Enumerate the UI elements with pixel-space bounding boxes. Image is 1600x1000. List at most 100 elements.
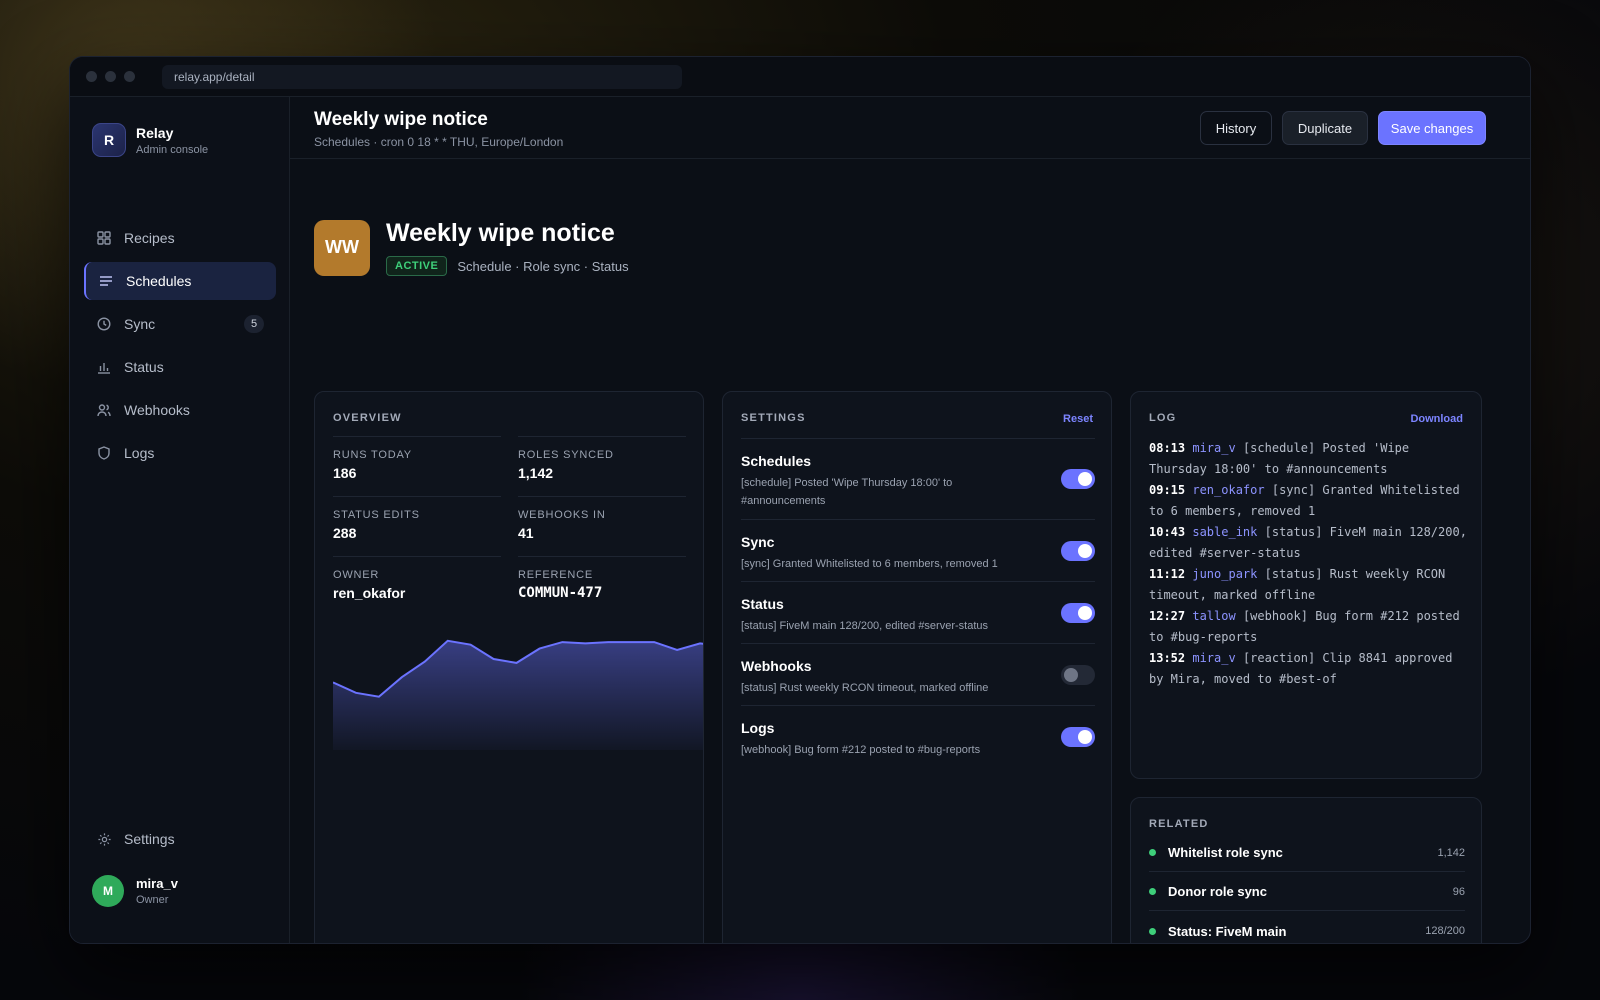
setting-name: Sync <box>741 534 775 550</box>
overview-card: OVERVIEW RUNS TODAY 186 ROLES SYNCED 1,1… <box>314 391 704 943</box>
stat-label: STATUS EDITS <box>333 509 420 521</box>
users-icon <box>96 402 112 418</box>
stat-roles-synced: ROLES SYNCED 1,142 <box>518 436 686 481</box>
status-badge: ACTIVE <box>386 256 448 276</box>
log-user[interactable]: mira_v <box>1192 651 1235 665</box>
stat-value: 41 <box>518 525 534 541</box>
stat-label: REFERENCE <box>518 569 594 581</box>
toggle-status[interactable] <box>1061 603 1095 623</box>
app-window: relay.app/detail R Relay Admin console R… <box>69 56 1531 944</box>
stat-value: ren_okafor <box>333 585 406 601</box>
bar-chart-icon <box>96 359 112 375</box>
related-name: Whitelist role sync <box>1168 845 1283 860</box>
sidebar-item-label: Recipes <box>124 230 175 246</box>
window-minimize-dot[interactable] <box>105 71 116 82</box>
reset-button[interactable]: Reset <box>1063 413 1093 425</box>
log-text: [schedule] Posted 'Wipe Thursday 18:00' … <box>1149 441 1410 476</box>
log-user[interactable]: juno_park <box>1192 567 1257 581</box>
log-entry: 13:52 mira_v [reaction] Clip 8841 approv… <box>1149 648 1469 690</box>
brand: R Relay Admin console <box>92 123 208 157</box>
stat-runs-today: RUNS TODAY 186 <box>333 436 501 481</box>
setting-desc: [schedule] Posted 'Wipe Thursday 18:00' … <box>741 477 953 507</box>
sidebar-item-settings[interactable]: Settings <box>96 831 175 847</box>
brand-logo: R <box>92 123 126 157</box>
status-dot-icon <box>1149 888 1156 895</box>
toggle-logs[interactable] <box>1061 727 1095 747</box>
sidebar-item-webhooks[interactable]: Webhooks <box>84 391 276 429</box>
stat-value: 288 <box>333 525 357 541</box>
sidebar-item-label: Logs <box>124 445 155 461</box>
stat-status-edits: STATUS EDITS 288 <box>333 496 501 541</box>
log-card: LOG Download 08:13 mira_v [schedule] Pos… <box>1130 391 1482 779</box>
toggle-sync[interactable] <box>1061 541 1095 561</box>
setting-desc: [status] Rust weekly RCON timeout, marke… <box>741 682 989 694</box>
shield-icon <box>96 445 112 461</box>
toggle-webhooks[interactable] <box>1061 665 1095 685</box>
avatar: M <box>92 875 124 907</box>
stat-reference: REFERENCE COMMUN-477 <box>518 556 686 601</box>
sidebar-item-label: Schedules <box>126 273 192 289</box>
stat-value: 1,142 <box>518 465 554 481</box>
setting-desc: [webhook] Bug form #212 posted to #bug-r… <box>741 744 981 756</box>
setting-name: Webhooks <box>741 658 812 674</box>
toggle-schedules[interactable] <box>1061 469 1095 489</box>
stat-webhooks-in: WEBHOOKS IN 41 <box>518 496 686 541</box>
clock-icon <box>96 316 112 332</box>
address-bar[interactable]: relay.app/detail <box>162 65 682 89</box>
setting-row-logs: Logs [webhook] Bug form #212 posted to #… <box>741 705 1095 767</box>
sidebar-item-recipes[interactable]: Recipes <box>84 219 276 257</box>
sidebar-item-sync[interactable]: Sync 5 <box>84 305 276 343</box>
log-title: LOG <box>1149 412 1177 424</box>
related-count: 128/200 <box>1425 925 1465 937</box>
duplicate-button[interactable]: Duplicate <box>1282 111 1368 145</box>
brand-subtitle: Admin console <box>136 143 209 156</box>
history-button[interactable]: History <box>1200 111 1272 145</box>
sidebar-item-logs[interactable]: Logs <box>84 434 276 472</box>
stat-label: ROLES SYNCED <box>518 449 614 461</box>
setting-desc: [sync] Granted Whitelisted to 6 members,… <box>741 558 998 570</box>
log-user[interactable]: tallow <box>1192 609 1235 623</box>
chart-area-fill <box>333 640 703 750</box>
status-dot-icon <box>1149 849 1156 856</box>
setting-row-schedules: Schedules [schedule] Posted 'Wipe Thursd… <box>741 438 1095 519</box>
user-role: Owner <box>136 894 169 906</box>
sidebar-nav: Recipes Schedules Sync 5 Status Webhooks… <box>84 219 276 477</box>
log-entry: 12:27 tallow [webhook] Bug form #212 pos… <box>1149 606 1469 648</box>
page-title: Weekly wipe notice <box>314 109 488 130</box>
download-button[interactable]: Download <box>1410 413 1463 425</box>
stat-value: 186 <box>333 465 357 481</box>
related-item[interactable]: Whitelist role sync 1,142 <box>1149 834 1465 872</box>
related-item[interactable]: Donor role sync 96 <box>1149 873 1465 911</box>
stat-label: OWNER <box>333 569 380 581</box>
settings-title: SETTINGS <box>741 412 806 424</box>
grid-icon <box>96 230 112 246</box>
setting-row-webhooks: Webhooks [status] Rust weekly RCON timeo… <box>741 643 1095 705</box>
sync-count-badge: 5 <box>244 315 264 333</box>
related-item[interactable]: Status: FiveM main 128/200 <box>1149 912 1465 943</box>
related-title: RELATED <box>1149 818 1209 830</box>
hero-title: Weekly wipe notice <box>386 219 615 247</box>
related-card: RELATED Whitelist role sync 1,142 Donor … <box>1130 797 1482 943</box>
setting-row-status: Status [status] FiveM main 128/200, edit… <box>741 581 1095 643</box>
setting-name: Schedules <box>741 453 812 469</box>
log-list: 08:13 mira_v [schedule] Posted 'Wipe Thu… <box>1149 438 1469 690</box>
log-user[interactable]: mira_v <box>1192 441 1235 455</box>
list-icon <box>98 273 114 289</box>
save-changes-button[interactable]: Save changes <box>1378 111 1486 145</box>
log-user[interactable]: ren_okafor <box>1192 483 1264 497</box>
setting-name: Status <box>741 596 784 612</box>
sidebar-item-status[interactable]: Status <box>84 348 276 386</box>
stat-label: WEBHOOKS IN <box>518 509 606 521</box>
user-profile[interactable]: M mira_v Owner <box>92 875 178 907</box>
sidebar-item-label: Webhooks <box>124 402 190 418</box>
stat-label: RUNS TODAY <box>333 449 412 461</box>
setting-row-sync: Sync [sync] Granted Whitelisted to 6 mem… <box>741 519 1095 581</box>
log-entry: 09:15 ren_okafor [sync] Granted Whitelis… <box>1149 480 1469 522</box>
window-maximize-dot[interactable] <box>124 71 135 82</box>
sidebar-item-schedules[interactable]: Schedules <box>84 262 276 300</box>
overview-area-chart <box>333 639 703 750</box>
log-time: 10:43 <box>1149 525 1186 539</box>
log-time: 13:52 <box>1149 651 1186 665</box>
window-close-dot[interactable] <box>86 71 97 82</box>
log-user[interactable]: sable_ink <box>1192 525 1257 539</box>
